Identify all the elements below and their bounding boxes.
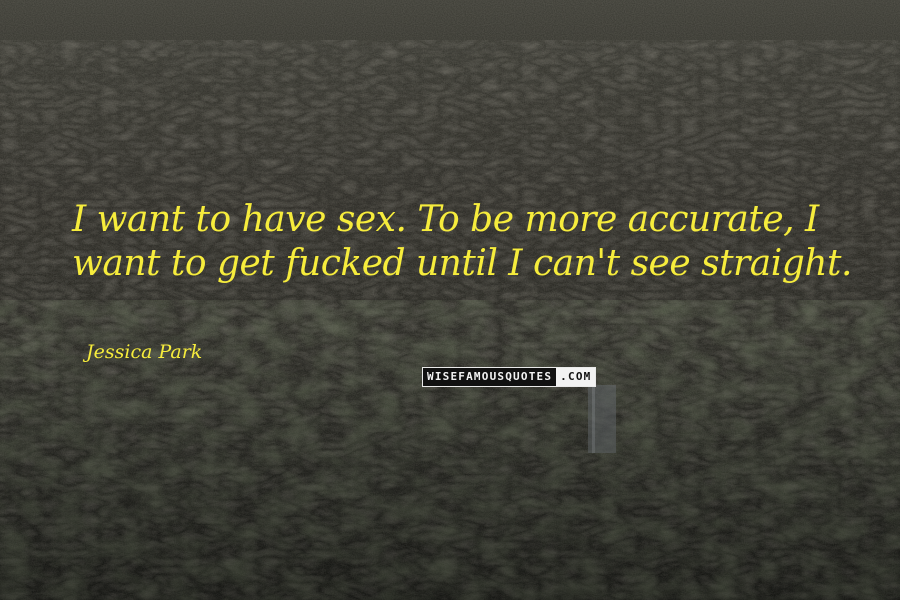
quote-author: Jessica Park [86,341,203,363]
site-watermark-logo: WISEFAMOUSQUOTES .COM [422,367,597,387]
watermark-tld: .COM [556,368,596,386]
quote-card: I want to have sex. To be more accurate,… [0,0,900,600]
quote-line: want to get fucked until I can't see str… [72,243,852,284]
watermark-name: WISEFAMOUSQUOTES [423,368,557,386]
quote-line: I want to have sex. To be more accurate,… [72,199,819,240]
city-aerial-background [0,0,900,600]
quote-text: I want to have sex. To be more accurate,… [72,198,852,286]
